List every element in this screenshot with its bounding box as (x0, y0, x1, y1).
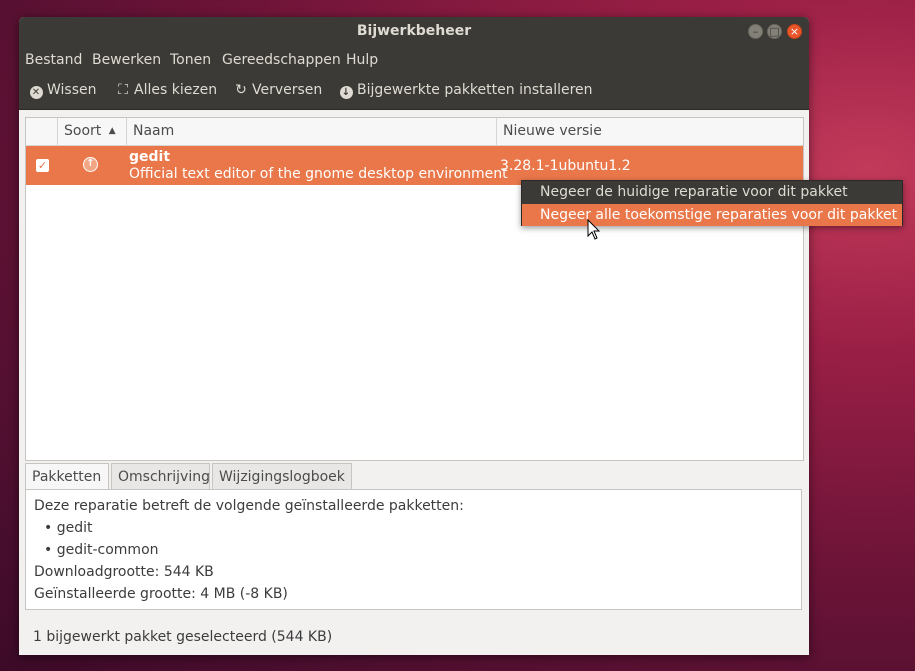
update-manager-window: Bijwerkbeheer – □ × Bestand Bewerken Ton… (19, 17, 809, 655)
menu-item-ignore-current[interactable]: Negeer de huidige reparatie voor dit pak… (522, 181, 902, 203)
update-arrow-icon: ↑ (83, 157, 98, 172)
menu-tonen[interactable]: Tonen (170, 52, 211, 68)
column-name-label: Naam (133, 123, 175, 139)
bullet: • (44, 520, 53, 536)
list-header: Soort ▲ Naam Nieuwe versie (26, 118, 803, 146)
install-updates-button[interactable]: ↓ Bijgewerkte pakketten installeren (339, 82, 593, 99)
menu-bar: Bestand Bewerken Tonen Gereedschappen Hu… (19, 47, 809, 75)
minimize-button[interactable]: – (748, 24, 763, 39)
list-item: • gedit-common (44, 542, 159, 558)
details-tabs: Pakketten Omschrijving Wijzigingslogboek (25, 463, 802, 489)
download-icon: ↓ (339, 82, 353, 99)
select-all-label: Alles kiezen (134, 82, 218, 98)
tab-description[interactable]: Omschrijving (111, 463, 210, 489)
package-list: Soort ▲ Naam Nieuwe versie ✓ ↑ gedit Off… (25, 117, 804, 461)
list-item-label: gedit-common (56, 542, 159, 558)
column-type[interactable]: Soort ▲ (58, 118, 127, 145)
download-size: Downloadgrootte: 544 KB (34, 564, 214, 580)
refresh-label: Verversen (252, 82, 323, 98)
clear-label: Wissen (47, 82, 97, 98)
package-version: 3.28.1-1ubuntu1.2 (500, 158, 631, 174)
tab-changelog[interactable]: Wijzigingslogboek (212, 463, 352, 489)
package-checkbox[interactable]: ✓ (36, 159, 49, 172)
mouse-pointer-icon (587, 219, 601, 240)
refresh-icon: ↻ (235, 82, 247, 98)
title-bar: Bijwerkbeheer – □ × (19, 17, 809, 47)
menu-bewerken[interactable]: Bewerken (92, 52, 161, 68)
package-description: Official text editor of the gnome deskto… (129, 166, 508, 182)
details-intro: Deze reparatie betreft de volgende geïns… (34, 498, 464, 514)
installed-size: Geïnstalleerde grootte: 4 MB (-8 KB) (34, 586, 288, 602)
column-new-version[interactable]: Nieuwe versie (497, 118, 803, 145)
status-text: 1 bijgewerkt pakket geselecteerd (544 KB… (33, 629, 333, 645)
column-type-label: Soort (64, 123, 102, 139)
menu-gereedschappen[interactable]: Gereedschappen (222, 52, 341, 68)
clear-icon: ✕ (29, 82, 43, 99)
toolbar: ✕ Wissen ⛶ Alles kiezen ↻ Verversen ↓ Bijgew… (19, 75, 809, 110)
install-updates-label: Bijgewerkte pakketten installeren (357, 82, 593, 98)
select-all-icon: ⛶ (118, 82, 128, 98)
context-menu: Negeer de huidige reparatie voor dit pak… (521, 180, 903, 226)
refresh-button[interactable]: ↻ Verversen (234, 82, 322, 98)
window-title: Bijwerkbeheer (356, 23, 472, 39)
tab-packages[interactable]: Pakketten (25, 463, 109, 489)
column-check[interactable] (26, 118, 58, 145)
clear-button[interactable]: ✕ Wissen (29, 82, 97, 99)
menu-hulp[interactable]: Hulp (346, 52, 378, 68)
bullet: • (44, 542, 53, 558)
package-name: gedit (129, 149, 171, 165)
list-item-label: gedit (56, 520, 93, 536)
menu-item-ignore-all-future[interactable]: Negeer alle toekomstige reparaties voor … (522, 204, 902, 226)
close-button[interactable]: × (787, 24, 802, 39)
column-name[interactable]: Naam (127, 118, 497, 145)
sort-ascending-icon: ▲ (108, 126, 116, 136)
select-all-button[interactable]: ⛶ Alles kiezen (116, 82, 217, 98)
maximize-button[interactable]: □ (767, 24, 782, 39)
details-panel: Deze reparatie betreft de volgende geïns… (25, 489, 802, 610)
menu-bestand[interactable]: Bestand (25, 52, 82, 68)
list-item: • gedit (44, 520, 92, 536)
column-new-version-label: Nieuwe versie (503, 123, 602, 139)
